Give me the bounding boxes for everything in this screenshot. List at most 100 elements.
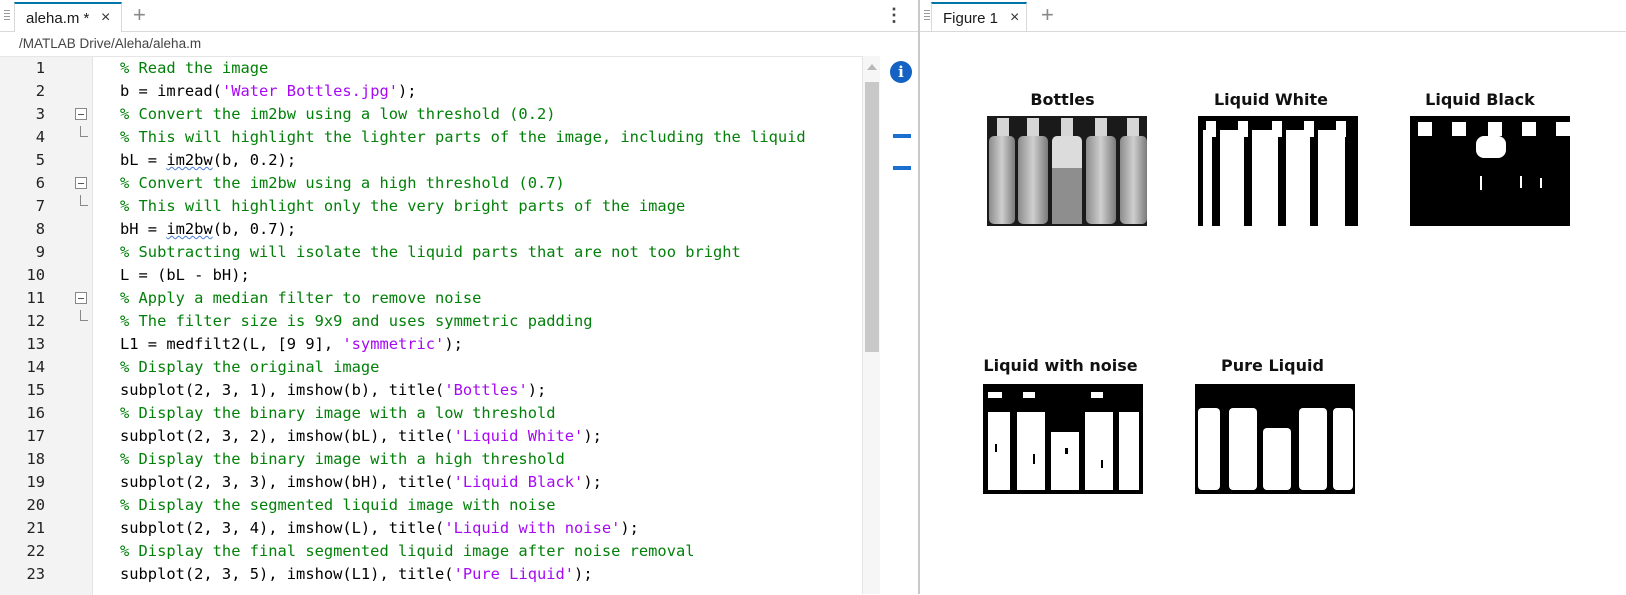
code-text: % Display the final segmented liquid ima… bbox=[120, 540, 695, 563]
code-line[interactable]: 17 subplot(2, 3, 2), imshow(bL), title('L… bbox=[0, 425, 862, 448]
code-line[interactable]: 4 % This will highlight the lighter parts… bbox=[0, 126, 862, 149]
code-line[interactable]: 22 % Display the final segmented liquid i… bbox=[0, 540, 862, 563]
code-token: ); bbox=[574, 565, 593, 583]
code-line[interactable]: 16 % Display the binary image with a low … bbox=[0, 402, 862, 425]
code-token: subplot(2, 3, 5), imshow(L1), title( bbox=[120, 565, 454, 583]
code-token: im2bw bbox=[166, 220, 213, 238]
panel-grip-icon[interactable] bbox=[924, 10, 930, 22]
subplot-title: Liquid White bbox=[1213, 90, 1329, 109]
code-token: ); bbox=[583, 473, 602, 491]
code-line[interactable]: 23 subplot(2, 3, 5), imshow(L1), title('P… bbox=[0, 563, 862, 586]
code-comment: % This will highlight the lighter parts … bbox=[120, 128, 806, 146]
code-text: subplot(2, 3, 4), imshow(L), title('Liqu… bbox=[120, 517, 639, 540]
code-analyzer-marker[interactable] bbox=[893, 134, 911, 138]
code-line[interactable]: 8 bH = im2bw(b, 0.7); bbox=[0, 218, 862, 241]
line-number: 8 bbox=[35, 220, 45, 238]
fold-toggle-icon[interactable] bbox=[75, 108, 87, 120]
code-editor[interactable]: 1 % Read the image 2 b = imread('Water Bott… bbox=[0, 56, 862, 595]
code-line[interactable]: 10 L = (bL - bH); bbox=[0, 264, 862, 287]
code-line[interactable]: 1 % Read the image bbox=[0, 57, 862, 80]
more-options-icon[interactable]: ⋮ bbox=[885, 5, 903, 25]
code-token: bH = bbox=[120, 220, 167, 238]
subplot-title: Bottles bbox=[1030, 90, 1095, 109]
line-number: 15 bbox=[26, 381, 45, 399]
code-text: bL = im2bw(b, 0.2); bbox=[120, 149, 296, 172]
code-line[interactable]: 7 % This will highlight only the very bri… bbox=[0, 195, 862, 218]
fold-bracket bbox=[80, 195, 88, 206]
code-line[interactable]: 5 bL = im2bw(b, 0.2); bbox=[0, 149, 862, 172]
code-string: 'Liquid Black' bbox=[453, 473, 584, 491]
code-text: % Display the segmented liquid image wit… bbox=[120, 494, 556, 517]
scroll-up-icon[interactable] bbox=[867, 64, 877, 70]
code-token: subplot(2, 3, 3), imshow(bH), title( bbox=[120, 473, 454, 491]
code-token: ); bbox=[527, 381, 547, 399]
line-number: 13 bbox=[26, 335, 45, 353]
code-line[interactable]: 15 subplot(2, 3, 1), imshow(b), title('Bo… bbox=[0, 379, 862, 402]
line-number: 14 bbox=[26, 358, 45, 376]
code-comment: % Display the segmented liquid image wit… bbox=[120, 496, 556, 514]
add-tab-icon[interactable]: + bbox=[1041, 3, 1054, 27]
code-string: 'symmetric' bbox=[342, 335, 445, 353]
code-string: 'Liquid with noise' bbox=[444, 519, 621, 537]
figure-tabbar: Figure 1 × + bbox=[920, 0, 1626, 32]
add-tab-icon[interactable]: + bbox=[133, 3, 146, 27]
line-number: 22 bbox=[26, 542, 45, 560]
info-icon[interactable]: i bbox=[890, 61, 912, 83]
fold-bracket bbox=[80, 126, 88, 137]
code-text: subplot(2, 3, 3), imshow(bH), title('Liq… bbox=[120, 471, 602, 494]
line-number: 3 bbox=[35, 105, 45, 123]
code-comment: % Display the binary image with a low th… bbox=[120, 404, 556, 422]
code-token: subplot(2, 3, 2), imshow(bL), title( bbox=[120, 427, 454, 445]
code-line[interactable]: 2 b = imread('Water Bottles.jpg'); bbox=[0, 80, 862, 103]
code-line[interactable]: 6 % Convert the im2bw using a high thresh… bbox=[0, 172, 862, 195]
code-line[interactable]: 12 % The filter size is 9x9 and uses symm… bbox=[0, 310, 862, 333]
code-line[interactable]: 18 % Display the binary image with a high… bbox=[0, 448, 862, 471]
code-comment: % Display the final segmented liquid ima… bbox=[120, 542, 695, 560]
code-comment: % Convert the im2bw using a high thresho… bbox=[120, 174, 565, 192]
subplot-image-bottles bbox=[987, 116, 1147, 226]
line-number: 1 bbox=[35, 59, 45, 77]
code-text: bH = im2bw(b, 0.7); bbox=[120, 218, 296, 241]
code-token: ); bbox=[444, 335, 463, 353]
code-line[interactable]: 3 % Convert the im2bw using a low thresho… bbox=[0, 103, 862, 126]
code-text: b = imread('Water Bottles.jpg'); bbox=[120, 80, 417, 103]
code-text: % Convert the im2bw using a high thresho… bbox=[120, 172, 565, 195]
code-line[interactable]: 13 L1 = medfilt2(L, [9 9], 'symmetric'); bbox=[0, 333, 862, 356]
code-line[interactable]: 14 % Display the original image bbox=[0, 356, 862, 379]
line-number: 7 bbox=[35, 197, 45, 215]
fold-bracket bbox=[80, 310, 88, 321]
fold-toggle-icon[interactable] bbox=[75, 177, 87, 189]
code-line[interactable]: 11 % Apply a median filter to remove nois… bbox=[0, 287, 862, 310]
close-icon[interactable]: × bbox=[1010, 9, 1019, 27]
figure-panel: Figure 1 × + Bottles Liquid White Liquid… bbox=[920, 0, 1626, 594]
line-number: 5 bbox=[35, 151, 45, 169]
close-icon[interactable]: × bbox=[101, 9, 110, 27]
code-text: % Apply a median filter to remove noise bbox=[120, 287, 481, 310]
code-line[interactable]: 9 % Subtracting will isolate the liquid p… bbox=[0, 241, 862, 264]
code-analyzer-marker[interactable] bbox=[893, 166, 911, 170]
code-line[interactable]: 19 subplot(2, 3, 3), imshow(bH), title('L… bbox=[0, 471, 862, 494]
code-text: % Convert the im2bw using a low threshol… bbox=[120, 103, 556, 126]
code-token: ); bbox=[398, 82, 417, 100]
code-comment: % Display the binary image with a high t… bbox=[120, 450, 565, 468]
code-line[interactable]: 21 subplot(2, 3, 4), imshow(L), title('Li… bbox=[0, 517, 862, 540]
line-number: 19 bbox=[26, 473, 45, 491]
tab-figure-1[interactable]: Figure 1 × bbox=[931, 2, 1027, 32]
code-line[interactable]: 20 % Display the segmented liquid image w… bbox=[0, 494, 862, 517]
code-string: 'Bottles' bbox=[444, 381, 528, 399]
scrollbar-thumb[interactable] bbox=[865, 82, 879, 352]
code-text: % This will highlight only the very brig… bbox=[120, 195, 685, 218]
code-text: subplot(2, 3, 1), imshow(b), title('Bott… bbox=[120, 379, 546, 402]
code-token: (b, 0.2); bbox=[212, 151, 297, 169]
vertical-scrollbar[interactable] bbox=[862, 56, 880, 594]
fold-toggle-icon[interactable] bbox=[75, 292, 87, 304]
code-token: b = imread( bbox=[120, 82, 222, 100]
panel-grip-icon[interactable] bbox=[4, 10, 10, 22]
subplot-title: Liquid Black bbox=[1425, 90, 1535, 109]
tab-aleha-m[interactable]: aleha.m * × bbox=[14, 2, 122, 32]
code-token: ); bbox=[583, 427, 602, 445]
line-number: 10 bbox=[26, 266, 45, 284]
code-comment: % Display the original image bbox=[120, 358, 380, 376]
code-token: subplot(2, 3, 4), imshow(L), title( bbox=[120, 519, 445, 537]
code-string: 'Water Bottles.jpg' bbox=[221, 82, 398, 100]
